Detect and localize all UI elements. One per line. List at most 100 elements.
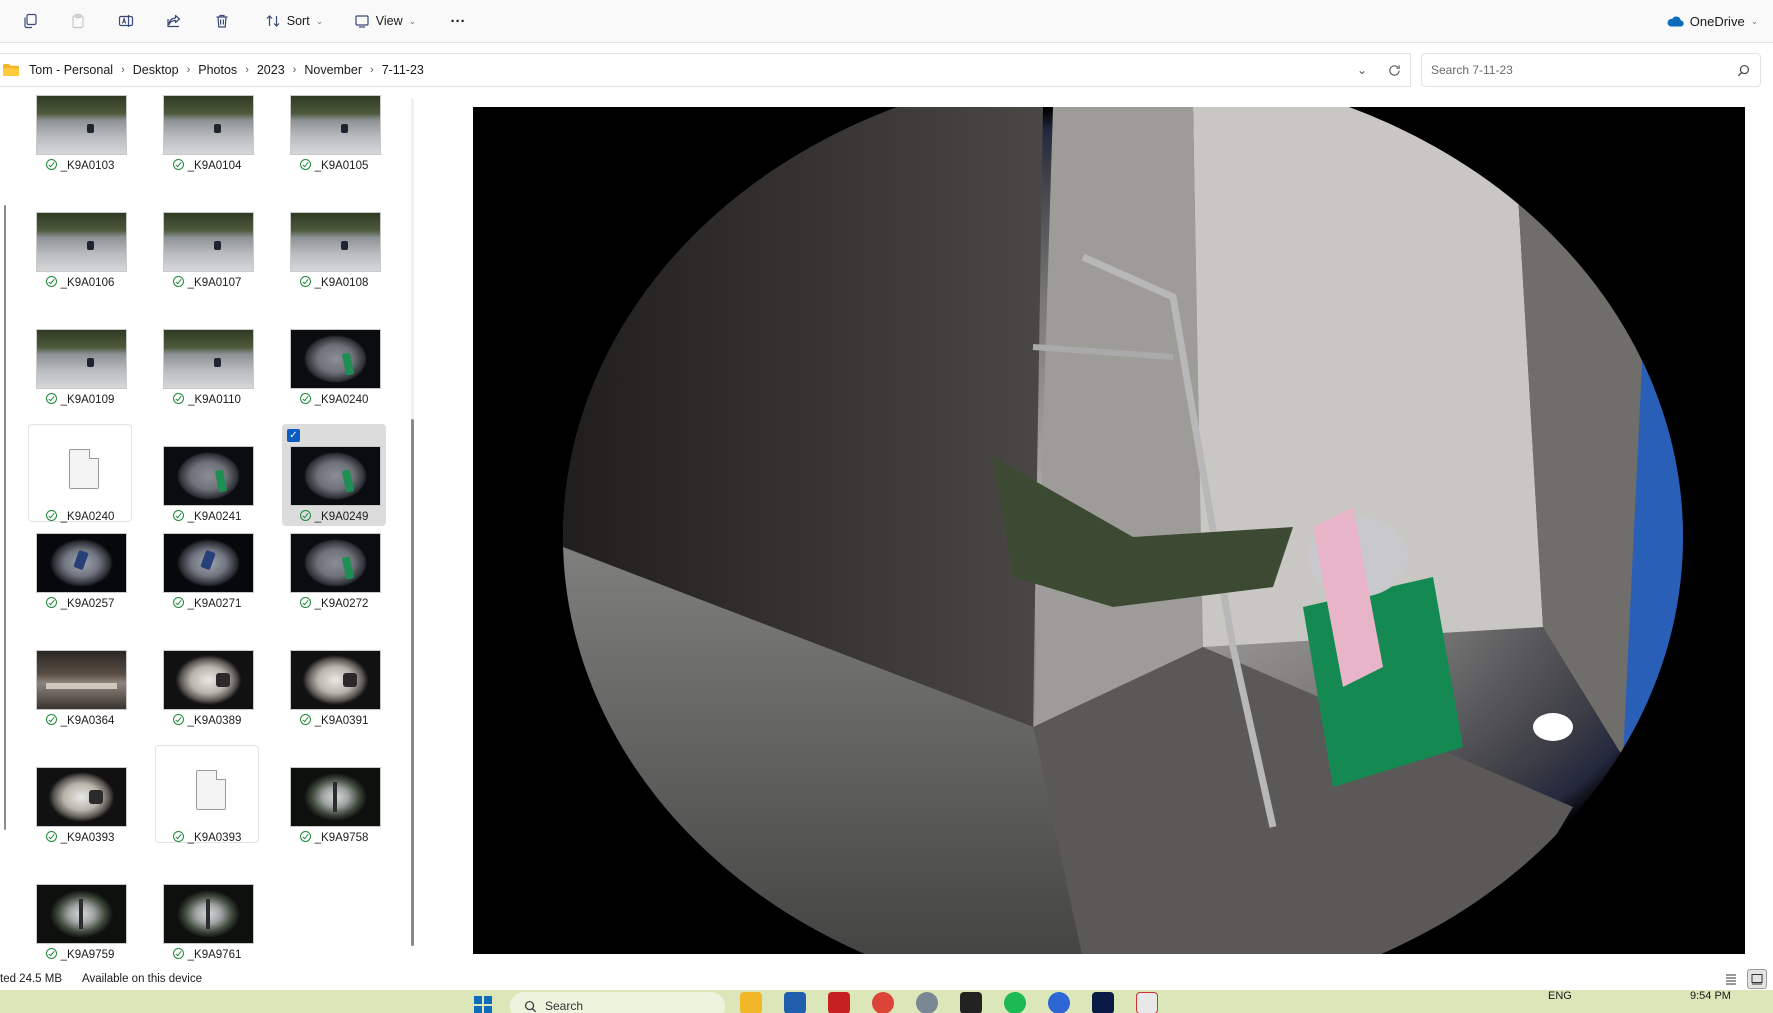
file-tile[interactable]: _K9A0110 xyxy=(155,307,259,409)
sort-label: Sort xyxy=(286,14,310,28)
file-tile[interactable]: _K9A0271 xyxy=(155,511,259,613)
file-tile[interactable]: _K9A9758 xyxy=(282,745,386,847)
view-button[interactable]: View ⌄ xyxy=(352,6,418,36)
file-tile[interactable]: _K9A0391 xyxy=(282,628,386,730)
tray-chevron-up-icon[interactable] xyxy=(1482,992,1500,1013)
file-tile[interactable]: _K9A0393 xyxy=(28,745,132,847)
file-thumbnail xyxy=(36,884,127,944)
delete-icon[interactable] xyxy=(210,6,234,36)
outlook-icon[interactable] xyxy=(784,992,806,1013)
file-name: _K9A0104 xyxy=(187,160,242,172)
address-bar[interactable]: Tom - Personal › Desktop › Photos › 2023 › Novem… xyxy=(0,53,1411,87)
sync-status-icon xyxy=(45,159,57,170)
file-name: _K9A0389 xyxy=(187,715,242,727)
share-icon[interactable] xyxy=(162,6,186,36)
file-name-row: _K9A0364 xyxy=(28,714,132,727)
file-name-row: _K9A0271 xyxy=(155,597,259,610)
taskbar: Search ENG 9:54 PM xyxy=(0,990,1773,1013)
sync-status-icon xyxy=(45,276,57,287)
file-grid-scrollbar[interactable] xyxy=(411,99,414,946)
volume-icon[interactable] xyxy=(1616,992,1634,1013)
photoshop-icon[interactable] xyxy=(1092,992,1114,1013)
file-name: _K9A0393 xyxy=(60,832,115,844)
file-name-row: _K9A0272 xyxy=(282,597,386,610)
file-tile[interactable]: _K9A0105 xyxy=(282,95,386,175)
file-thumbnail xyxy=(163,95,254,155)
file-tile[interactable]: _K9A0107 xyxy=(155,190,259,292)
breadcrumb-item[interactable]: Tom - Personal xyxy=(26,63,116,77)
spotify-icon[interactable] xyxy=(1004,992,1026,1013)
chevron-right-icon[interactable]: › xyxy=(288,64,302,76)
file-tile[interactable]: _K9A0389 xyxy=(155,628,259,730)
breadcrumb-item[interactable]: Photos xyxy=(195,63,240,77)
start-icon[interactable] xyxy=(472,992,494,1013)
pdf-icon[interactable] xyxy=(1136,992,1158,1013)
file-name-row: _K9A0109 xyxy=(28,393,132,406)
sync-status-icon xyxy=(45,393,57,404)
large-icons-view-icon[interactable] xyxy=(1747,969,1767,989)
file-tile[interactable]: _K9A0106 xyxy=(28,190,132,292)
file-thumbnail xyxy=(290,533,381,593)
file-name: _K9A0109 xyxy=(60,394,115,406)
taskbar-search-label: Search xyxy=(545,999,584,1013)
file-tile[interactable]: _K9A0364 xyxy=(28,628,132,730)
history-dropdown-icon[interactable]: ⌄ xyxy=(1346,54,1378,86)
copy-icon[interactable] xyxy=(18,6,42,36)
settings-gear-icon[interactable] xyxy=(916,992,938,1013)
breadcrumb-item[interactable]: Desktop xyxy=(130,63,182,77)
language-indicator[interactable]: ENG xyxy=(1548,990,1572,1002)
file-name-row: _K9A0106 xyxy=(28,276,132,289)
game-icon[interactable] xyxy=(960,992,982,1013)
file-explorer-icon[interactable] xyxy=(740,992,762,1013)
paste-icon[interactable] xyxy=(66,6,90,36)
selection-checkbox[interactable]: ✓ xyxy=(287,429,300,442)
selection-size-text: ted 24.5 MB xyxy=(0,973,63,985)
file-tile[interactable]: _K9A0109 xyxy=(28,307,132,409)
chevron-right-icon[interactable]: › xyxy=(365,64,379,76)
breadcrumb-item[interactable]: 7-11-23 xyxy=(379,63,427,77)
clock-time[interactable]: 9:54 PM xyxy=(1690,990,1731,1002)
file-tile[interactable]: _K9A0272 xyxy=(282,511,386,613)
file-tile[interactable]: _K9A0104 xyxy=(155,95,259,175)
chevron-right-icon[interactable]: › xyxy=(182,64,196,76)
file-tile[interactable]: _K9A9759 xyxy=(28,862,132,964)
file-name: _K9A0393 xyxy=(187,832,242,844)
file-thumbnail xyxy=(36,767,127,827)
rename-icon[interactable] xyxy=(114,6,138,36)
taskbar-search[interactable]: Search xyxy=(510,992,725,1013)
search-box[interactable] xyxy=(1421,53,1761,87)
chevron-right-icon[interactable]: › xyxy=(240,64,254,76)
breadcrumb: Tom - Personal › Desktop › Photos › 2023 › Novem… xyxy=(24,54,427,86)
search-icon[interactable] xyxy=(1726,54,1760,86)
gmail-icon[interactable] xyxy=(828,992,850,1013)
file-thumbnail xyxy=(290,95,381,155)
sort-button[interactable]: Sort ⌄ xyxy=(262,6,326,36)
breadcrumb-item[interactable]: November xyxy=(301,63,365,77)
file-tile[interactable]: _K9A0257 xyxy=(28,511,132,613)
breadcrumb-item[interactable]: 2023 xyxy=(254,63,288,77)
file-name: _K9A0107 xyxy=(187,277,242,289)
file-tile[interactable]: _K9A9761 xyxy=(155,862,259,964)
command-bar: Sort ⌄ View ⌄ ··· OneDrive ⌄ xyxy=(0,0,1773,43)
onedrive-button[interactable]: OneDrive ⌄ xyxy=(1660,6,1764,36)
file-tile[interactable]: _K9A0103 xyxy=(28,95,132,175)
battery-icon[interactable] xyxy=(1642,992,1660,1013)
file-tile[interactable]: _K9A0108 xyxy=(282,190,386,292)
search-input[interactable] xyxy=(1422,54,1726,86)
file-tile[interactable]: _K9A0240 xyxy=(282,307,386,409)
chevron-right-icon[interactable]: › xyxy=(116,64,130,76)
file-tile[interactable]: _K9A0393 xyxy=(155,745,259,847)
refresh-icon[interactable] xyxy=(1378,54,1410,86)
details-view-icon[interactable] xyxy=(1721,969,1741,989)
wifi-icon[interactable] xyxy=(1590,992,1608,1013)
sync-status-icon xyxy=(172,597,184,608)
app-store-icon[interactable] xyxy=(1048,992,1070,1013)
sync-status-icon xyxy=(172,159,184,170)
more-options-button[interactable]: ··· xyxy=(444,6,472,36)
file-thumbnail xyxy=(163,329,254,389)
file-placeholder xyxy=(28,424,132,522)
chrome-icon[interactable] xyxy=(872,992,894,1013)
scrollbar-thumb[interactable] xyxy=(411,419,414,946)
file-name: _K9A0271 xyxy=(187,598,242,610)
file-name-row: _K9A0240 xyxy=(282,393,386,406)
